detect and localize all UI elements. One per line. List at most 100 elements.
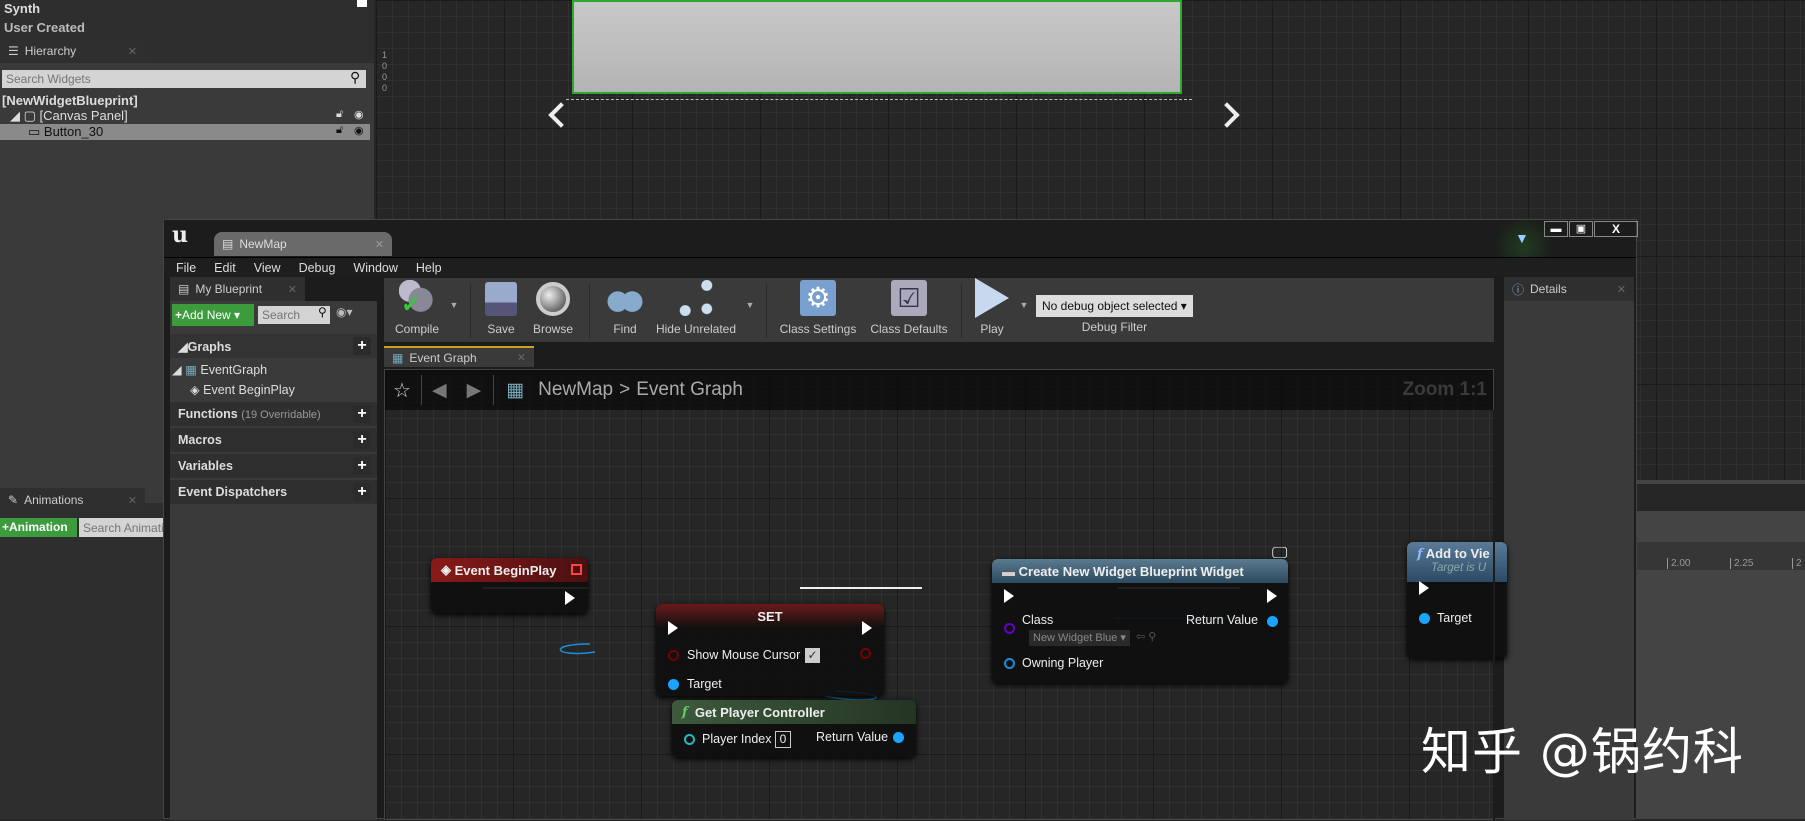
class-settings-button[interactable]: ⚙ Class Settings [773, 280, 863, 342]
graph-item-eventgraph[interactable]: ◢ ▦ EventGraph [170, 360, 377, 380]
add-new-button[interactable]: +Add New ▾ [172, 304, 254, 326]
hide-unrelated-button[interactable]: Hide Unrelated [652, 280, 740, 342]
play-button[interactable]: Play [968, 278, 1016, 342]
add-function-button[interactable]: + [353, 405, 371, 423]
tab-label: Details [1530, 282, 1567, 296]
palette-synth[interactable]: Synth [4, 1, 40, 16]
tab-hierarchy[interactable]: ☰ Hierarchy ✕ [0, 39, 145, 63]
exec-in-pin[interactable] [1419, 581, 1429, 595]
tab-event-graph[interactable]: ▦ Event Graph ✕ [384, 346, 534, 367]
graph-item-event-beginplay[interactable]: ◈ Event BeginPlay [170, 380, 377, 400]
browse-button[interactable]: Browse [525, 280, 581, 342]
tab-label: NewMap [239, 237, 287, 251]
bool-in-pin[interactable] [668, 650, 679, 661]
close-icon[interactable]: ✕ [128, 494, 137, 507]
close-icon[interactable]: ✕ [128, 45, 137, 58]
tree-button-30[interactable]: ▭ Button_30 [28, 124, 103, 140]
eye-icon[interactable]: ◉ [354, 108, 364, 121]
section-graphs[interactable]: ◢Graphs + [170, 334, 377, 358]
functions-note: (19 Overridable) [241, 409, 321, 421]
node-event-beginplay[interactable]: ◈ Event BeginPlay [431, 558, 588, 613]
minimize-button[interactable]: ▬ [1544, 221, 1568, 237]
player-index-pin[interactable] [684, 734, 695, 745]
add-dispatcher-button[interactable]: + [353, 483, 371, 501]
return-value-pin[interactable] [1267, 616, 1278, 627]
tree-root[interactable]: [NewWidgetBlueprint] [2, 93, 138, 108]
search-animations-input[interactable] [79, 518, 164, 537]
return-value-pin[interactable] [893, 732, 904, 743]
target-pin[interactable] [668, 679, 679, 690]
target-pin[interactable] [1419, 613, 1430, 624]
search-widgets-input[interactable] [2, 70, 366, 88]
node-create-widget[interactable]: ▬ Create New Widget Blueprint Widget 🖵︎ … [992, 545, 1288, 683]
view-options-icon[interactable]: ◉▾ [336, 305, 353, 319]
lock-icon[interactable]: 🔓︎ [336, 108, 343, 121]
section-variables[interactable]: Variables + [170, 454, 377, 478]
bool-out-pin[interactable] [860, 648, 871, 659]
maximize-button[interactable]: ▣ [1569, 221, 1593, 237]
pin-label: Target [687, 677, 722, 691]
play-options-dropdown[interactable]: ▼ [1016, 280, 1032, 342]
add-variable-button[interactable]: + [353, 457, 371, 475]
exec-in-pin[interactable] [1004, 589, 1014, 603]
add-graph-button[interactable]: + [353, 337, 371, 355]
button-label: Animation [9, 520, 68, 534]
owning-player-pin[interactable] [1004, 658, 1015, 669]
add-macro-button[interactable]: + [353, 431, 371, 449]
section-macros[interactable]: Macros + [170, 428, 377, 452]
close-icon[interactable]: ✕ [288, 283, 297, 296]
add-animation-button[interactable]: +Animation [0, 518, 77, 537]
show-cursor-checkbox[interactable]: ✓ [805, 648, 820, 663]
exec-out-pin[interactable] [862, 621, 872, 635]
tree-canvas-panel[interactable]: ◢ ▢ [Canvas Panel] [10, 108, 128, 124]
class-defaults-button[interactable]: ☑ Class Defaults [863, 280, 955, 342]
compile-icon: ✓ [399, 280, 435, 318]
close-icon[interactable]: ✕ [1617, 283, 1626, 296]
browse-arrow-icon[interactable]: ⇦ ⚲ [1136, 630, 1156, 643]
compile-button[interactable]: ✓ Compile [390, 280, 444, 342]
tab-details[interactable]: ⓘ Details ✕ [1504, 277, 1634, 301]
pin-label: Return Value [1186, 613, 1259, 627]
palette-user-created[interactable]: User Created [4, 20, 85, 35]
node-set[interactable]: SET Show Mouse Cursor ✓ Target [656, 604, 884, 696]
exec-out-pin[interactable] [1267, 589, 1277, 603]
widget-preview[interactable] [572, 0, 1182, 94]
close-icon[interactable]: ✕ [375, 238, 384, 251]
hide-unrelated-dropdown[interactable]: ▼ [740, 280, 760, 342]
menu-edit[interactable]: Edit [214, 261, 236, 275]
tab-my-blueprint[interactable]: ▤ My Blueprint ✕ [170, 277, 305, 301]
scrollbar[interactable] [357, 0, 367, 7]
exec-in-pin[interactable] [668, 621, 678, 635]
node-add-to-viewport[interactable]: f Add to Vie Target is U Target [1407, 542, 1507, 658]
menu-view[interactable]: View [254, 261, 281, 275]
menu-window[interactable]: Window [353, 261, 397, 275]
graduation-cap-icon[interactable]: ▼ [1515, 230, 1529, 246]
lock-icon[interactable]: 🔓︎ [336, 124, 343, 137]
node-title: Event BeginPlay [454, 562, 557, 578]
eye-icon[interactable]: ◉ [354, 124, 364, 137]
menu-debug[interactable]: Debug [299, 261, 336, 275]
data-wire [559, 643, 596, 655]
class-pin[interactable] [1004, 623, 1015, 634]
close-icon[interactable]: ✕ [517, 351, 526, 364]
button-label: Browse [532, 322, 573, 336]
debug-object-select[interactable]: No debug object selected ▾ [1036, 295, 1193, 317]
section-functions[interactable]: Functions (19 Overridable) + [170, 402, 377, 426]
node-get-player-controller[interactable]: f Get Player Controller Player Index 0 R… [672, 700, 916, 757]
find-button[interactable]: Find [598, 280, 652, 342]
close-button[interactable]: X [1594, 221, 1638, 237]
menu-help[interactable]: Help [416, 261, 442, 275]
save-button[interactable]: Save [477, 280, 525, 342]
tab-newmap[interactable]: ▤ NewMap ✕ [214, 232, 392, 256]
player-index-input[interactable]: 0 [775, 731, 791, 748]
graph-canvas[interactable]: ☆ ◀ ▶ ▦ NewMap > Event Graph Zoom 1:1 ◈ … [384, 369, 1507, 821]
compile-options-dropdown[interactable]: ▼ [444, 280, 464, 342]
tab-animations[interactable]: ✎ Animations ✕ [0, 488, 145, 512]
section-event-dispatchers[interactable]: Event Dispatchers + [170, 480, 377, 504]
tab-label: Hierarchy [24, 44, 77, 58]
timeline-tick: 2.25 [1730, 558, 1753, 569]
delegate-pin[interactable] [571, 564, 582, 575]
menu-file[interactable]: File [176, 261, 196, 275]
exec-out-pin[interactable] [565, 591, 575, 605]
class-select[interactable]: New Widget Blue ▾ [1029, 630, 1130, 646]
